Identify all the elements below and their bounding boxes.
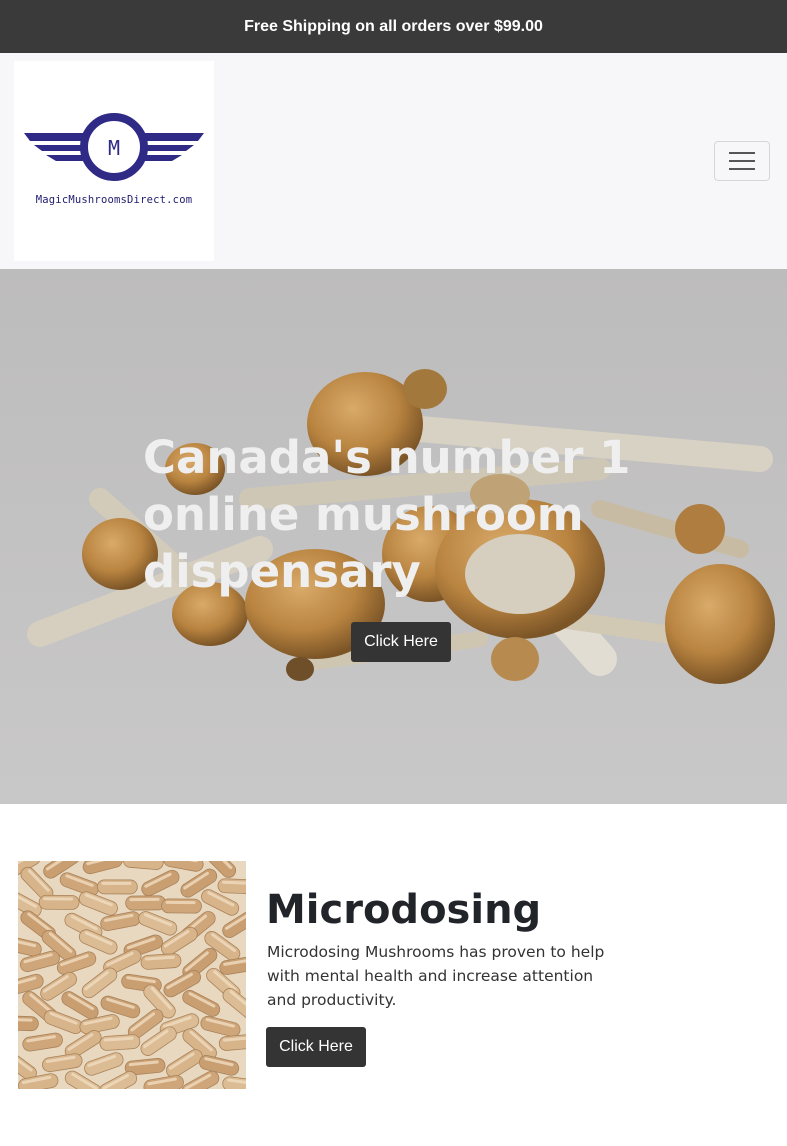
navbar: M MagicMushroomsDirect.com <box>0 53 787 269</box>
microdosing-title: Microdosing <box>266 887 542 933</box>
site-logo[interactable]: M MagicMushroomsDirect.com <box>14 61 214 261</box>
hero-title: Canada's number 1 online mushroom dispen… <box>143 431 631 598</box>
logo-wings-icon: M <box>24 113 204 181</box>
hamburger-menu-icon <box>729 152 755 170</box>
promo-bar: Free Shipping on all orders over $99.00 <box>0 0 787 53</box>
promo-text: Free Shipping on all orders over $99.00 <box>244 17 543 35</box>
microdosing-description: Microdosing Mushrooms has proven to help… <box>267 943 605 1009</box>
logo-letter: M <box>108 136 120 160</box>
hero-banner: Canada's number 1 online mushroom dispen… <box>0 269 787 804</box>
capsules-image <box>18 861 246 1089</box>
microdosing-section: Microdosing Microdosing Mushrooms has pr… <box>0 804 787 1146</box>
logo-text: MagicMushroomsDirect.com <box>35 194 193 206</box>
microdosing-cta-button[interactable]: Click Here <box>266 1027 366 1067</box>
hero-cta-button[interactable]: Click Here <box>351 622 451 662</box>
capsules-photo <box>18 861 246 1089</box>
menu-toggle-button[interactable] <box>714 141 770 181</box>
